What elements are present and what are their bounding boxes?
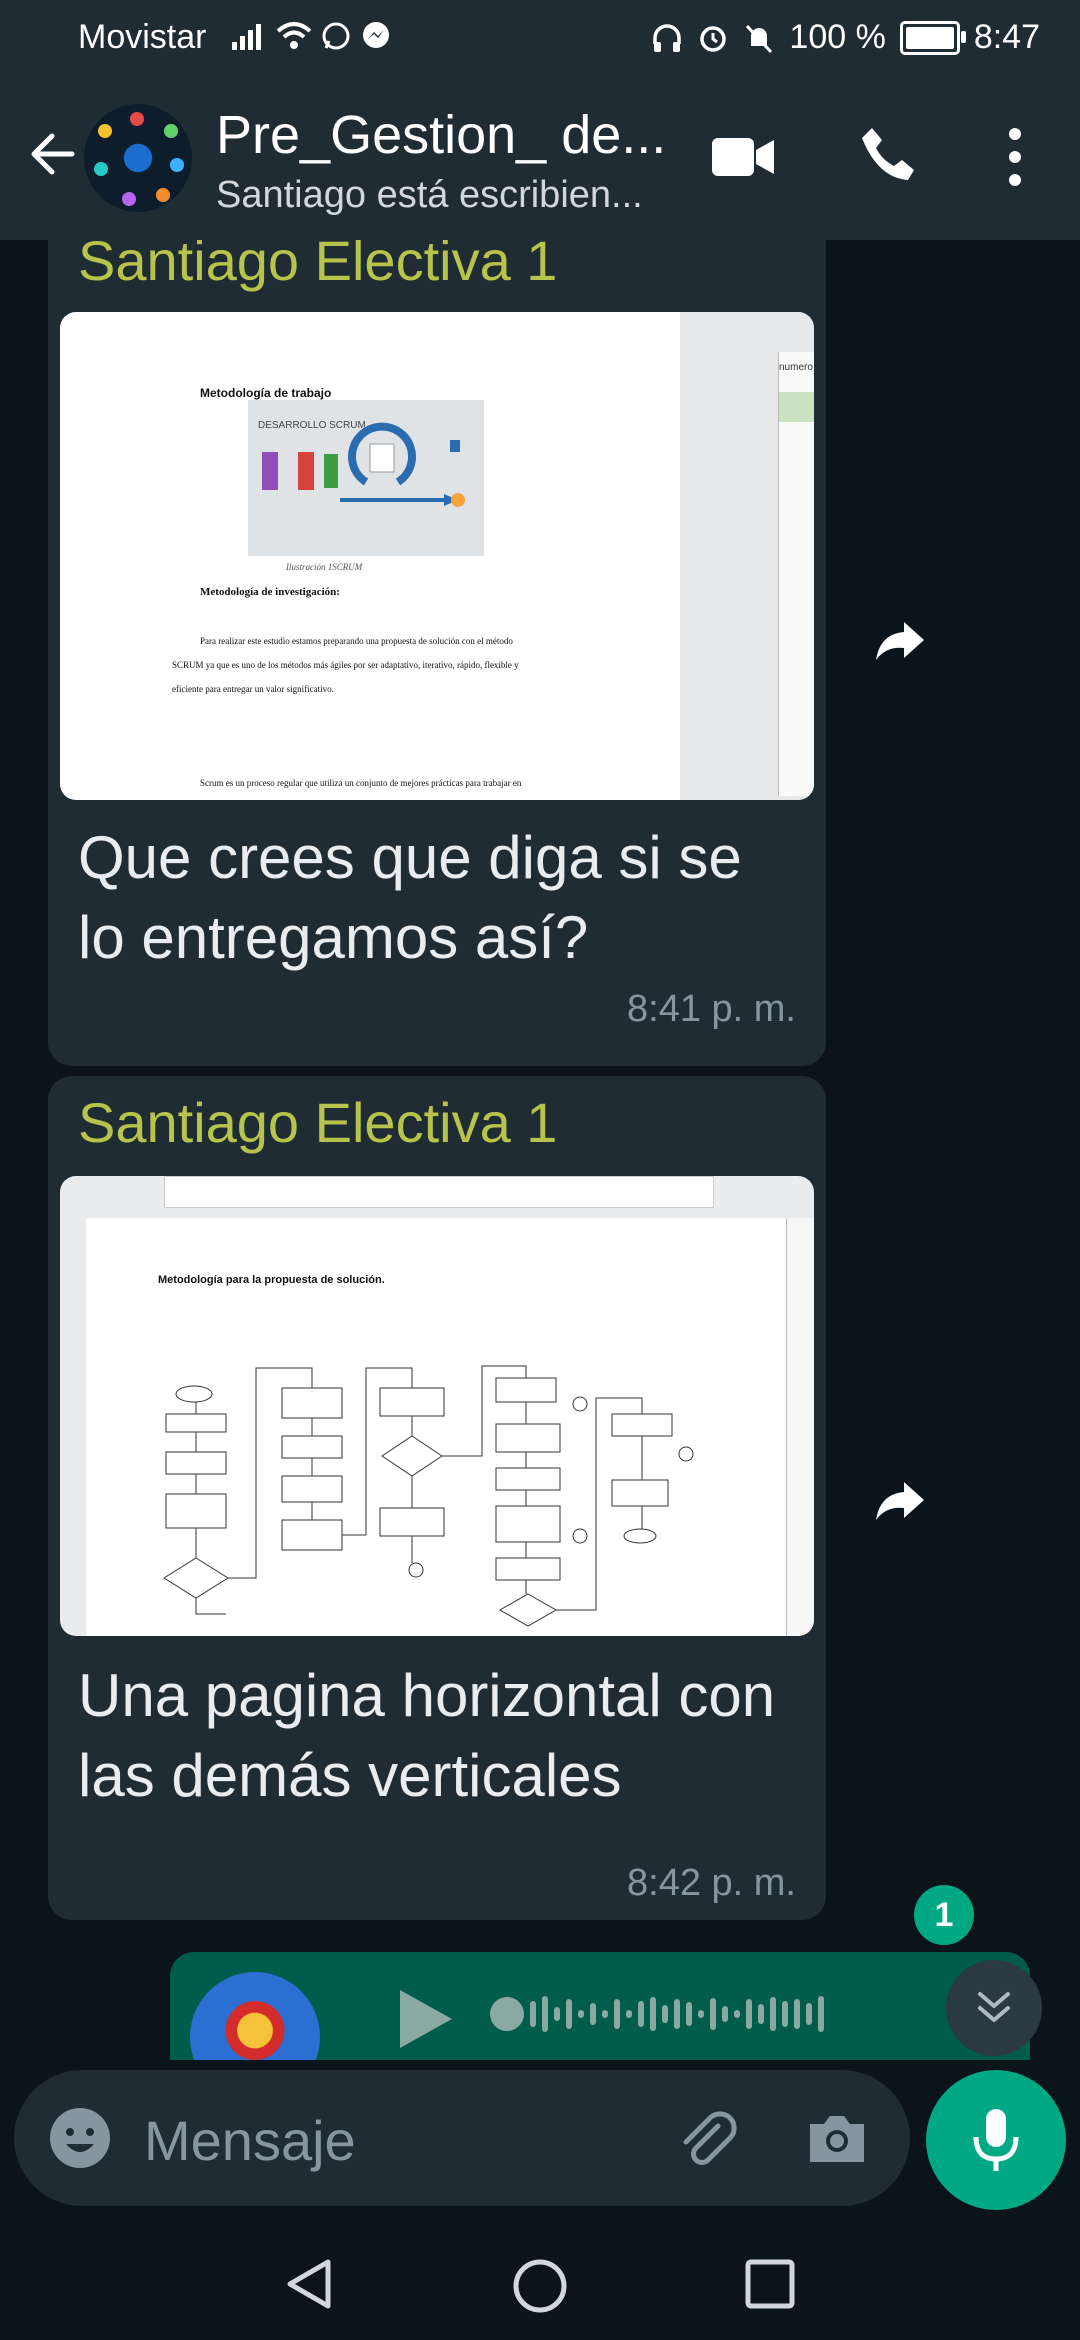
message-bubble[interactable]: Santiago Electiva 1 Metodología de traba… [48,240,826,1066]
arrow-left-icon[interactable] [22,126,78,182]
message-text: Una pagina horizontal con las demás vert… [78,1662,776,1809]
signal-icons [232,20,392,52]
scrum-cycle-graphic [262,422,465,507]
mic-icon [973,2109,1019,2171]
headphones-icon [653,23,682,52]
video-call-icon[interactable] [710,132,776,182]
sender-name: Santiago Electiva 1 [78,240,558,292]
waveform-scrubber[interactable] [490,1997,524,2031]
signal-icon [232,24,261,50]
doc-heading: Metodología de trabajo [200,386,332,400]
document-page-top [164,1176,714,1208]
nav-home-icon[interactable] [510,2256,570,2321]
whatsapp-notif-icon [322,22,350,50]
voice-message-bubble[interactable] [170,1952,1030,2060]
sender-name: Santiago Electiva 1 [78,1091,558,1154]
doc-line: SCRUM ya que es uno de los métodos más á… [172,660,519,670]
emoji-icon[interactable] [48,2106,112,2170]
play-icon[interactable] [396,1986,456,2052]
document-page: Metodología de trabajo DESARROLLO SCRUM [96,318,680,800]
doc-line: eficiente para entregar un valor signifi… [172,684,334,694]
side-text: numero [779,362,813,373]
unread-count-badge: 1 [914,1885,974,1945]
alarm-icon [700,25,727,52]
message-time: 8:42 p. m. [627,1862,796,1904]
status-right: 100 % 8:47 [651,18,1040,57]
wifi-icon [276,22,312,49]
mute-bell-icon [746,24,773,53]
mic-button[interactable] [926,2070,1066,2210]
voice-sender-avatar [190,1972,320,2060]
status-bar: Movistar 100 % 8:47 [0,0,1080,76]
status-time: 8:47 [973,18,1040,56]
carrier-name: Movistar [78,18,207,56]
image-attachment[interactable]: Metodología de trabajo DESARROLLO SCRUM [60,312,814,800]
scrum-diagram: DESARROLLO SCRUM [248,400,484,556]
side-window: numero [778,352,814,796]
message-composer[interactable]: Mensaje [14,2070,910,2206]
nav-back-icon[interactable] [282,2256,336,2317]
camera-icon[interactable] [806,2110,868,2166]
system-nav-bar [0,2228,1080,2340]
chat-area[interactable]: Santiago Electiva 1 Metodología de traba… [0,240,1080,2080]
more-vert-icon[interactable] [1000,122,1030,192]
typing-status: Santiago está escribien... [216,174,643,216]
message-time: 8:41 p. m. [627,988,796,1030]
chat-header: Pre_Gestion_ de... Santiago está escribi… [0,76,1080,240]
battery-icon [899,20,966,55]
group-avatar[interactable] [84,104,192,212]
nav-recents-icon[interactable] [742,2256,798,2317]
message-text: Que crees que diga si se lo entregamos a… [78,824,742,971]
flowchart [163,1365,694,1627]
doc-line: Para realizar este estudio estamos prepa… [200,636,513,646]
audio-waveform[interactable] [490,1996,824,2032]
paperclip-icon[interactable] [674,2106,740,2172]
messenger-icon [363,22,389,48]
phone-icon[interactable] [858,124,918,184]
message-bubble[interactable]: Santiago Electiva 1 Metodología para la … [48,1076,826,1920]
scroll-to-bottom-button[interactable] [946,1960,1042,2056]
doc-section: Metodología de investigación: [200,586,340,598]
forward-icon[interactable] [862,1464,934,1536]
side-window [786,1218,814,1636]
chat-title[interactable]: Pre_Gestion_ de... [216,104,666,166]
forward-icon[interactable] [862,604,934,676]
document-page: Metodología para la propuesta de solució… [86,1218,786,1636]
chevron-double-down-icon [978,1992,1010,2022]
doc-line: Scrum es un proceso regular que utiliza … [200,778,522,788]
image-attachment[interactable]: Metodología para la propuesta de solució… [60,1176,814,1636]
battery-text: 100 % [789,18,886,56]
figure-caption: Ilustración 1SCRUM [286,562,363,572]
message-input[interactable]: Mensaje [144,2108,356,2173]
